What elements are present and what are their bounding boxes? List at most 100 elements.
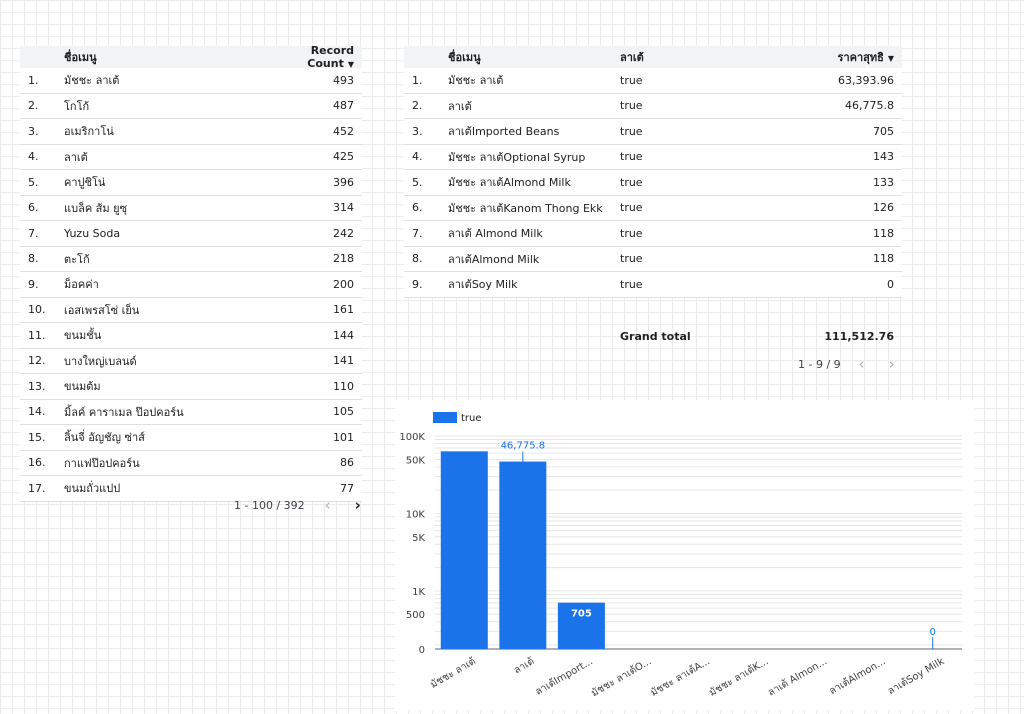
column-header-menu-name[interactable]: ชื่อเมนู	[64, 48, 264, 66]
table-row[interactable]: 3. อเมริกาโน่ 452	[20, 119, 362, 145]
y-tick-label: 5K	[412, 533, 425, 544]
column-header-label: Record Count	[307, 44, 354, 70]
grand-total-row: Grand total 111,512.76	[404, 330, 902, 343]
net-price-cell: 63,393.96	[838, 73, 894, 87]
net-price-cell: 118	[873, 226, 894, 240]
table-row[interactable]: 11. ขนมชั้น 144	[20, 323, 362, 349]
table-row[interactable]: 14. มิ้ลค์ คาราเมล ป๊อปคอร์น 105	[20, 400, 362, 425]
sort-desc-icon[interactable]: ▼	[348, 60, 354, 69]
table-row[interactable]: 15. ลิ้นจี่ อัญชัญ ซ่าส์ 101	[20, 425, 362, 451]
table-row[interactable]: 1. มัชชะ ลาเต้ 493	[20, 68, 362, 94]
table-row[interactable]: 8. ลาเต้Almond Milk true 118	[404, 247, 902, 272]
data-label: 0	[930, 627, 936, 638]
bar[interactable]	[440, 451, 488, 649]
table-row[interactable]: 13. ขนมต้ม 110	[20, 374, 362, 400]
net-price-cell: 118	[873, 252, 894, 266]
latte-flag-cell: true	[620, 124, 643, 138]
record-count-cell: 105	[333, 405, 354, 419]
row-index: 3.	[412, 124, 423, 138]
latte-flag-cell: true	[620, 252, 643, 266]
record-count-cell: 452	[333, 124, 354, 138]
table-row[interactable]: 10. เอสเพรสโซ่ เย็น 161	[20, 298, 362, 323]
record-count-cell: 141	[333, 354, 354, 368]
menu-name-cell: ขนมชั้น	[64, 329, 102, 343]
table-row[interactable]: 6. แบล็ค ส้ม ยูซุ 314	[20, 196, 362, 221]
prev-page-icon[interactable]: ‹	[851, 355, 873, 373]
table-row[interactable]: 4. ลาเต้ 425	[20, 145, 362, 170]
row-index: 2.	[28, 99, 39, 113]
y-tick-label: 10K	[406, 509, 426, 520]
latte-flag-cell: true	[620, 99, 643, 113]
table-row[interactable]: 7. Yuzu Soda 242	[20, 221, 362, 247]
y-tick-label: 100K	[399, 432, 425, 443]
table-row[interactable]: 9. ม็อคค่า 200	[20, 272, 362, 298]
row-index: 14.	[28, 405, 46, 419]
menu-name-cell: มัชชะ ลาเต้	[64, 74, 120, 88]
column-header-label: ราคาสุทธิ	[837, 51, 884, 64]
table-row[interactable]: 6. มัชชะ ลาเต้Kanom Thong Ekk true 126	[404, 196, 902, 221]
row-index: 8.	[412, 252, 423, 266]
row-index: 6.	[412, 201, 423, 215]
legend-swatch	[433, 412, 457, 423]
table-header: ชื่อเมนู ลาเต้ ราคาสุทธิ ▼	[404, 46, 902, 68]
table-row[interactable]: 2. โกโก้ 487	[20, 94, 362, 119]
menu-name-cell: ลิ้นจี่ อัญชัญ ซ่าส์	[64, 431, 145, 445]
menu-name-cell: ลาเต้	[64, 150, 88, 164]
record-count-cell: 242	[333, 226, 354, 240]
net-price-cell: 126	[873, 201, 894, 215]
table-row[interactable]: 12. บางใหญ่เบลนด์ 141	[20, 349, 362, 374]
x-tick-label: มัชชะ ลาเต้	[428, 655, 478, 691]
table-row[interactable]: 5. มัชชะ ลาเต้Almond Milk true 133	[404, 170, 902, 196]
grand-total-label: Grand total	[620, 330, 691, 343]
menu-name-cell: กาแฟป๊อปคอร์น	[64, 456, 140, 470]
pager-range: 1 - 9 / 9	[798, 357, 841, 371]
y-tick-label: 500	[406, 610, 425, 621]
table-row[interactable]: 2. ลาเต้ true 46,775.8	[404, 94, 902, 119]
record-count-cell: 86	[340, 456, 354, 470]
menu-name-cell: บางใหญ่เบลนด์	[64, 354, 137, 368]
next-page-icon[interactable]: ›	[347, 496, 369, 514]
sort-desc-icon[interactable]: ▼	[888, 54, 894, 63]
menu-name-cell: ลาเต้Imported Beans	[448, 125, 560, 139]
table-row[interactable]: 4. มัชชะ ลาเต้Optional Syrup true 143	[404, 145, 902, 170]
prev-page-icon[interactable]: ‹	[317, 496, 339, 514]
table-row[interactable]: 8. ตะโก้ 218	[20, 247, 362, 272]
menu-name-cell: ขนมถั่วแปป	[64, 482, 121, 496]
record-count-cell: 493	[333, 73, 354, 87]
record-count-cell: 425	[333, 150, 354, 164]
x-tick-label: ลาเต้	[512, 655, 537, 676]
net-price-cell: 705	[873, 124, 894, 138]
row-index: 10.	[28, 303, 46, 317]
row-index: 11.	[28, 328, 46, 342]
row-index: 6.	[28, 201, 39, 215]
table-row[interactable]: 16. กาแฟป๊อปคอร์น 86	[20, 451, 362, 476]
menu-name-cell: ขนมต้ม	[64, 380, 101, 394]
record-count-cell: 161	[333, 303, 354, 317]
table-header: ชื่อเมนู Record Count ▼	[20, 44, 362, 70]
x-tick-label: ลาเต้Import...	[533, 655, 595, 698]
column-header-latte[interactable]: ลาเต้	[620, 48, 740, 66]
table-row[interactable]: 5. คาปูชิโน่ 396	[20, 170, 362, 196]
column-header-menu-name[interactable]: ชื่อเมนู	[448, 48, 620, 66]
table-row[interactable]: 3. ลาเต้Imported Beans true 705	[404, 119, 902, 145]
table-row[interactable]: 7. ลาเต้ Almond Milk true 118	[404, 221, 902, 247]
row-index: 2.	[412, 99, 423, 113]
table-row[interactable]: 1. มัชชะ ลาเต้ true 63,393.96	[404, 68, 902, 94]
menu-name-cell: ลาเต้Soy Milk	[448, 278, 518, 292]
latte-flag-cell: true	[620, 150, 643, 164]
column-header-net-price[interactable]: ราคาสุทธิ ▼	[740, 48, 902, 66]
menu-name-cell: เอสเพรสโซ่ เย็น	[64, 303, 140, 317]
y-tick-label: 1K	[412, 587, 425, 598]
record-count-cell: 200	[333, 277, 354, 291]
table-row[interactable]: 9. ลาเต้Soy Milk true 0	[404, 272, 902, 298]
chart-canvas: 100K 50K 10K 5K 1K 500 0 true มัชชะ ลาเต้ 46,775.…	[399, 412, 962, 699]
row-index: 9.	[28, 277, 39, 291]
record-count-table: ชื่อเมนู Record Count ▼ 1. มัชชะ ลาเต้ 493 2…	[20, 44, 362, 502]
next-page-icon[interactable]: ›	[881, 355, 903, 373]
menu-name-cell: ตะโก้	[64, 252, 90, 266]
data-label: 46,775.8	[501, 441, 546, 452]
bar[interactable]	[499, 461, 547, 649]
column-header-record-count[interactable]: Record Count ▼	[264, 44, 362, 70]
legend-label[interactable]: true	[461, 413, 482, 424]
latte-pager: 1 - 9 / 9 ‹ ›	[798, 355, 903, 373]
